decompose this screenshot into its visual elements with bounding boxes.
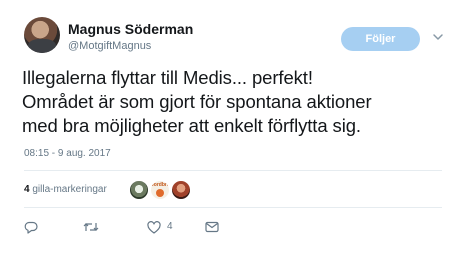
following-button[interactable]: Följer <box>341 27 420 51</box>
tweet-card: Magnus Söderman @MotgiftMagnus Följer Il… <box>0 0 464 255</box>
likes-count: 4 <box>24 184 30 195</box>
retweet-button[interactable] <box>83 219 99 235</box>
chevron-down-icon[interactable] <box>432 31 444 43</box>
liker-avatar[interactable] <box>129 180 149 200</box>
author-avatar[interactable] <box>24 17 60 53</box>
liker-avatar[interactable]: Jordbruk <box>150 180 170 200</box>
tweet-text-line: Området är som gjort för spontana aktion… <box>22 91 372 112</box>
direct-message-button[interactable] <box>205 219 219 235</box>
retweet-icon <box>83 223 99 231</box>
message-icon <box>205 221 219 233</box>
like-button[interactable]: 4 <box>147 219 173 235</box>
tweet-text-line: med bra möjligheter att enkelt förflytta… <box>22 115 361 136</box>
likes-summary[interactable]: 4 gilla-markeringar <box>24 184 107 196</box>
author-name[interactable]: Magnus Söderman <box>68 21 193 37</box>
reply-icon <box>24 221 38 234</box>
reply-button[interactable] <box>24 219 38 235</box>
liker-badge-text: Jordbruk <box>151 182 170 188</box>
likes-label: gilla-markeringar <box>32 184 107 195</box>
tweet-text-line: Illegalerna flyttar till Medis... perfek… <box>22 67 313 88</box>
heart-icon <box>147 220 161 234</box>
tweet-text: Illegalerna flyttar till Medis... perfek… <box>22 66 452 138</box>
liker-avatar[interactable] <box>171 180 191 200</box>
divider <box>24 207 442 208</box>
divider <box>24 170 442 171</box>
liker-badge-dot <box>156 189 164 197</box>
tweet-timestamp[interactable]: 08:15 - 9 aug. 2017 <box>24 148 111 160</box>
author-handle[interactable]: @MotgiftMagnus <box>68 39 151 53</box>
like-count: 4 <box>167 221 173 232</box>
